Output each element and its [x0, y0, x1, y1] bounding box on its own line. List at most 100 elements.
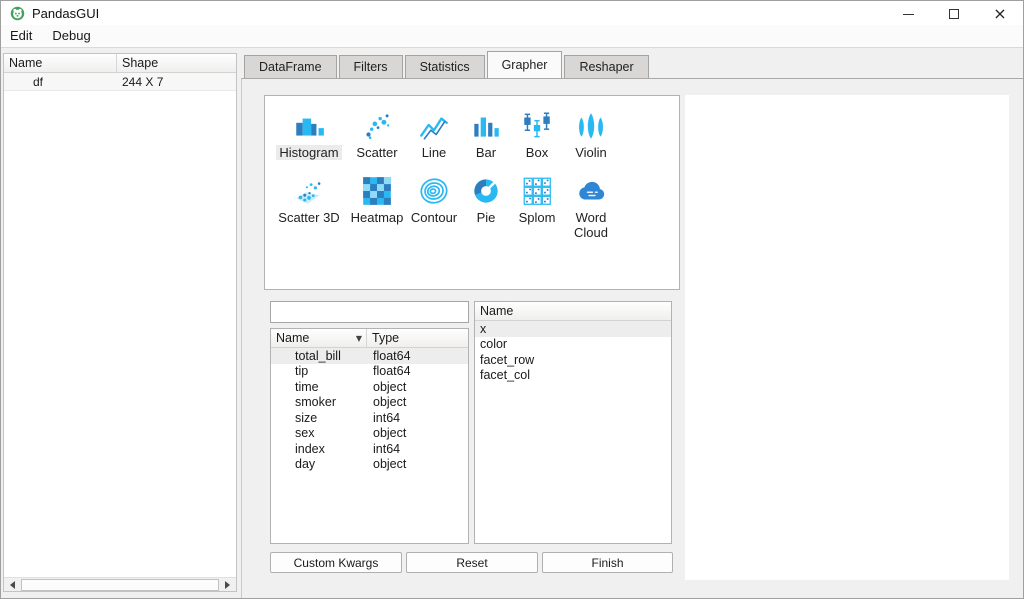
column-name-cell: total_bill — [295, 348, 341, 363]
column-row-sex[interactable]: sex object — [271, 426, 468, 442]
arg-row-x[interactable]: x — [475, 321, 671, 337]
tab-statistics[interactable]: Statistics — [404, 55, 485, 78]
column-name-cell: time — [295, 379, 319, 394]
sort-descending-icon[interactable]: ▼ — [356, 334, 362, 343]
titlebar: PandasGUI × — [1, 1, 1023, 25]
dataframe-row-df[interactable]: df 244 X 7 — [4, 73, 236, 91]
plot-type-scatter[interactable]: Scatter — [347, 109, 407, 160]
plot-type-label: Word Cloud — [574, 210, 608, 240]
pandasgui-window: PandasGUI × Edit Debug Name Shape df 244… — [0, 0, 1024, 599]
menu-debug[interactable]: Debug — [52, 26, 98, 46]
plot-type-contour[interactable]: Contour — [407, 174, 461, 240]
plot-type-pie[interactable]: Pie — [461, 174, 511, 240]
reset-button[interactable]: Reset — [406, 552, 538, 573]
plot-type-label: Box — [525, 145, 549, 160]
tab-grapher[interactable]: Grapher — [486, 51, 563, 78]
args-list-header: Name — [475, 302, 671, 321]
column-search-input[interactable] — [270, 301, 469, 323]
column-name-cell: day — [295, 457, 316, 472]
column-row-smoker[interactable]: smoker object — [271, 395, 468, 411]
column-type-cell: int64 — [373, 410, 401, 425]
dataframe-shape-cell: 244 X 7 — [122, 74, 164, 89]
plot-type-selector: Histogram Scatter Line Bar Box Violin Sc… — [264, 95, 680, 290]
minimize-icon — [902, 13, 914, 15]
column-type-cell: float64 — [373, 364, 411, 379]
plot-type-word-cloud[interactable]: Word Cloud — [563, 174, 619, 240]
column-name-cell: size — [295, 410, 318, 425]
plot-type-violin[interactable]: Violin — [563, 109, 619, 160]
dataframe-name-cell: df — [33, 74, 44, 89]
scatter-3d-icon — [292, 174, 326, 208]
plot-type-label: Line — [421, 145, 447, 160]
line-icon — [417, 109, 451, 143]
horizontal-scrollbar[interactable] — [4, 577, 236, 591]
column-row-day[interactable]: day object — [271, 457, 468, 473]
dataframes-panel: Name Shape df 244 X 7 — [3, 53, 237, 592]
bar-icon — [469, 109, 503, 143]
plot-type-label: Splom — [518, 210, 556, 225]
dataframes-shape-column-header[interactable]: Shape — [117, 54, 236, 72]
pandasgui-logo-icon — [10, 6, 25, 21]
plot-type-heatmap[interactable]: Heatmap — [347, 174, 407, 240]
window-title: PandasGUI — [32, 5, 100, 21]
minimize-button[interactable] — [885, 1, 931, 27]
columns-table-header: Name ▼ Type — [271, 329, 468, 348]
word-cloud-icon — [574, 174, 608, 208]
column-row-size[interactable]: size int64 — [271, 410, 468, 426]
plot-type-grid: Histogram Scatter Line Bar Box Violin Sc… — [265, 96, 679, 240]
tab-dataframe[interactable]: DataFrame — [244, 55, 337, 78]
dataframes-table-header: Name Shape — [4, 54, 236, 73]
tab-reshaper[interactable]: Reshaper — [564, 55, 649, 78]
plot-type-line[interactable]: Line — [407, 109, 461, 160]
column-name-cell: index — [295, 441, 325, 456]
maximize-button[interactable] — [931, 1, 977, 27]
violin-icon — [574, 109, 608, 143]
column-name-cell: sex — [295, 426, 315, 441]
args-name-column-header[interactable]: Name — [475, 302, 671, 320]
scroll-right-icon — [225, 580, 234, 589]
tabbar: DataFrame Filters Statistics Grapher Res… — [244, 51, 651, 78]
columns-name-column-header[interactable]: Name ▼ — [271, 329, 367, 347]
plot-type-label: Histogram — [276, 145, 342, 160]
grapher-panel: Histogram Scatter Line Bar Box Violin Sc… — [241, 78, 1023, 598]
menu-edit[interactable]: Edit — [10, 26, 40, 46]
scatter-icon — [360, 109, 394, 143]
plot-type-splom[interactable]: Splom — [511, 174, 563, 240]
scroll-right-button[interactable] — [221, 578, 236, 592]
column-type-cell: object — [373, 457, 407, 472]
window-controls: × — [885, 1, 1023, 27]
plot-type-histogram[interactable]: Histogram — [271, 109, 347, 160]
column-row-total-bill[interactable]: total_bill float64 — [271, 348, 468, 364]
plot-type-scatter-3d[interactable]: Scatter 3D — [271, 174, 347, 240]
tab-filters[interactable]: Filters — [338, 55, 403, 78]
dataframes-name-column-header[interactable]: Name — [4, 54, 117, 72]
plot-type-label: Violin — [575, 145, 607, 160]
plot-type-label: Scatter 3D — [278, 210, 340, 225]
heatmap-icon — [360, 174, 394, 208]
scrollbar-thumb[interactable] — [21, 578, 219, 591]
arg-row-facet-row[interactable]: facet_row — [475, 352, 671, 368]
custom-kwargs-button[interactable]: Custom Kwargs — [270, 552, 402, 573]
finish-button[interactable]: Finish — [542, 552, 673, 573]
columns-name-header-label: Name — [276, 331, 310, 345]
column-name-cell: tip — [295, 364, 309, 379]
scroll-left-button[interactable] — [4, 578, 19, 592]
columns-type-column-header[interactable]: Type — [367, 329, 468, 347]
plot-type-bar[interactable]: Bar — [461, 109, 511, 160]
close-button[interactable]: × — [977, 1, 1023, 27]
box-icon — [520, 109, 554, 143]
pie-icon — [469, 174, 503, 208]
column-row-index[interactable]: index int64 — [271, 441, 468, 457]
plot-output-area — [685, 95, 1009, 580]
column-row-time[interactable]: time object — [271, 379, 468, 395]
plot-type-box[interactable]: Box — [511, 109, 563, 160]
arg-row-color[interactable]: color — [475, 337, 671, 353]
column-row-tip[interactable]: tip float64 — [271, 364, 468, 380]
scroll-left-icon — [6, 580, 15, 589]
column-type-cell: object — [373, 379, 407, 394]
arg-row-facet-col[interactable]: facet_col — [475, 368, 671, 384]
column-name-cell: smoker — [295, 395, 336, 410]
close-icon: × — [993, 4, 1007, 23]
plot-type-label: Pie — [476, 210, 496, 225]
splom-icon — [520, 174, 554, 208]
